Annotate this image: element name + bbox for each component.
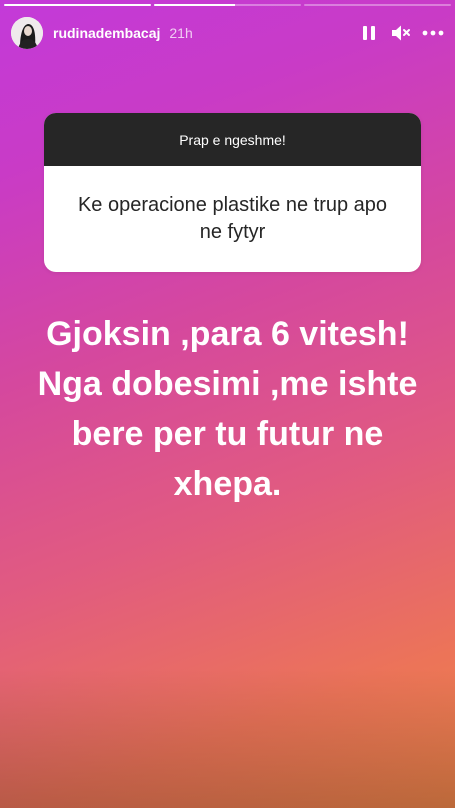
question-prompt: Prap e ngeshme! (44, 113, 421, 166)
progress-segment (304, 4, 451, 6)
question-text: Ke operacione plastike ne trup apo ne fy… (77, 194, 388, 243)
story-header: rudinadembacaj 21h (11, 16, 445, 50)
pause-icon[interactable] (357, 21, 381, 45)
progress-segment-current (154, 4, 301, 6)
answer-text: Gjoksin ,para 6 vitesh! Nga dobesimi ,me… (37, 315, 418, 503)
avatar-image (11, 17, 43, 49)
username[interactable]: rudinadembacaj (53, 25, 160, 41)
avatar[interactable] (11, 17, 43, 49)
more-dots-icon[interactable] (421, 21, 445, 45)
question-sticker[interactable]: Prap e ngeshme! Ke operacione plastike n… (44, 113, 421, 272)
progress-segment (4, 4, 151, 6)
story-viewer[interactable]: rudinadembacaj 21h Prap e ngeshme! Ke op… (0, 0, 455, 808)
muted-speaker-icon[interactable] (389, 21, 413, 45)
story-progress-bar (4, 4, 451, 6)
story-controls (357, 21, 445, 45)
post-time: 21h (169, 25, 193, 41)
